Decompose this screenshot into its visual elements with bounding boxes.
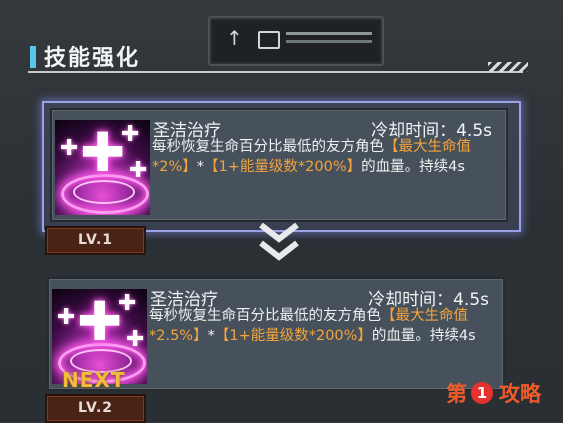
desc-highlight: 【1+能量级数*200%】	[204, 159, 362, 175]
small-cross-icon: ✚	[57, 305, 76, 330]
level-badge: LV.2	[45, 394, 146, 423]
chevron-down-icon	[259, 222, 299, 261]
header-accent-bar	[30, 46, 36, 68]
skill-description: 每秒恢复生命百分比最低的友方角色【最大生命值*2%】*【1+能量级数*200%】…	[152, 137, 492, 177]
desc-text: 的血量。持续4s	[361, 159, 465, 175]
arrow-up-icon: ↑	[226, 26, 243, 50]
desc-text: 的血量。持续4s	[371, 328, 476, 344]
big-cross-icon: ✚	[77, 290, 123, 353]
watermark-number-badge: 1	[471, 382, 493, 404]
desc-text: 每秒恢复生命百分比最低的友方角色	[152, 139, 384, 155]
watermark-text: 攻略	[499, 382, 541, 406]
header-stripe-decoration	[488, 62, 528, 72]
page-title: 技能强化	[44, 46, 141, 71]
desc-text: *	[196, 159, 205, 175]
small-cross-icon: ✚	[60, 136, 79, 161]
desc-text: *	[207, 328, 215, 344]
watermark-text: 第	[446, 382, 467, 406]
sign-text-decoration	[286, 32, 372, 35]
sign-symbol-icon	[258, 31, 280, 49]
big-cross-icon: ✚	[80, 121, 126, 184]
header-divider	[28, 71, 523, 73]
desc-highlight: 【1+能量级数*200%】	[214, 328, 372, 344]
next-label: NEXT	[62, 368, 126, 392]
desc-text: 每秒恢复生命百分比最低的友方角色	[149, 308, 381, 324]
small-cross-icon: ✚	[129, 158, 148, 183]
skill-description: 每秒恢复生命百分比最低的友方角色【最大生命值*2.5%】*【1+能量级数*200…	[149, 306, 489, 346]
background-sign: ↑	[208, 16, 384, 66]
small-cross-icon: ✚	[126, 327, 145, 352]
holy-cross-skill-icon: ✚ ✚ ✚ ✚	[55, 120, 150, 215]
skill-card-current[interactable]: ✚ ✚ ✚ ✚ 圣洁治疗 冷却时间：4.5s 每秒恢复生命百分比最低的友方角色【…	[50, 108, 508, 222]
level-badge: LV.1	[45, 226, 146, 255]
